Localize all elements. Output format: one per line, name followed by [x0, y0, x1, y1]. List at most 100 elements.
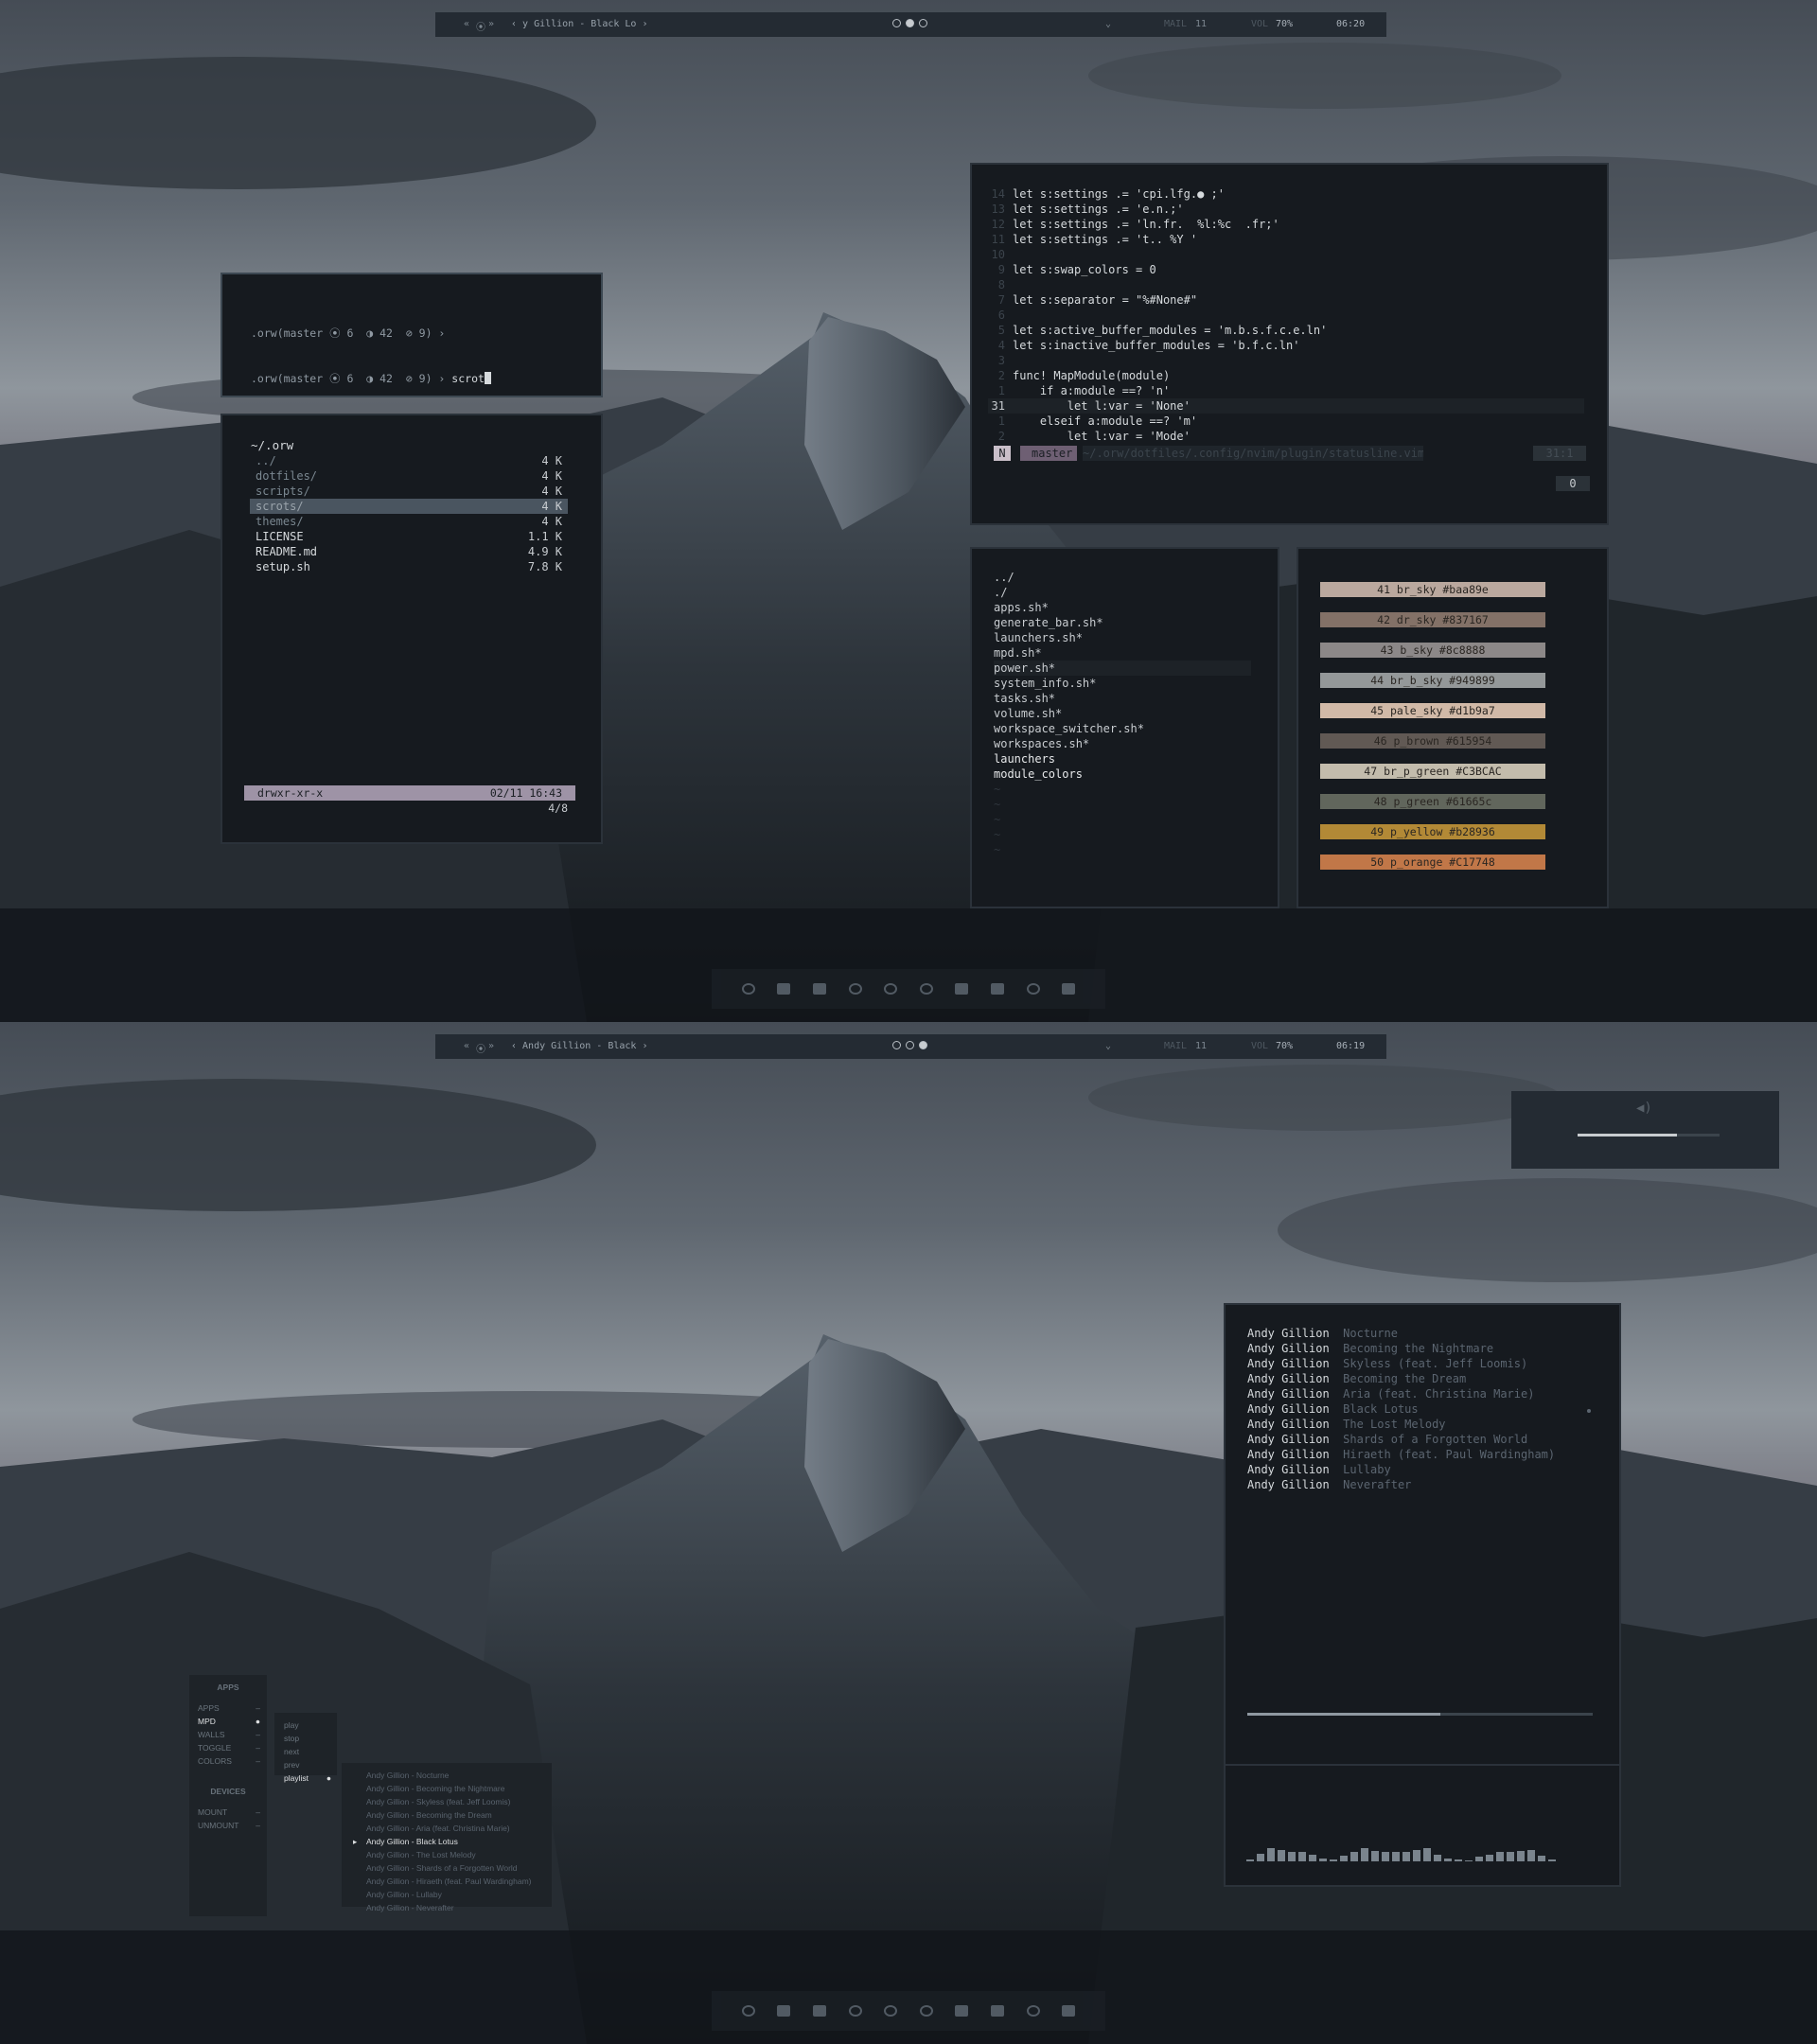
prev-button[interactable]: « — [464, 1041, 469, 1051]
play-button[interactable]: ⦿ — [476, 19, 485, 33]
globe-icon[interactable] — [741, 983, 755, 995]
playlist-row[interactable]: Andy Gillion The Lost Melody — [1247, 1417, 1555, 1432]
color-swatch[interactable]: 48 p_green #61665c — [1320, 794, 1545, 809]
code-line[interactable]: 1 elseif a:module ==? 'm' — [988, 414, 1584, 429]
script-item[interactable]: apps.sh* — [994, 600, 1251, 615]
folder-icon[interactable] — [812, 2005, 826, 2017]
color-swatch[interactable]: 42 dr_sky #837167 — [1320, 612, 1545, 627]
song-item[interactable]: Andy Gillion - Becoming the Dream — [353, 1808, 547, 1822]
script-item[interactable]: system_info.sh* — [994, 676, 1251, 691]
code-line[interactable]: 13 let s:settings .= 'e.n.;' — [988, 202, 1584, 217]
book-icon[interactable] — [955, 983, 969, 995]
chevron-down-icon[interactable]: ⌄ — [1105, 1041, 1111, 1051]
circle-icon[interactable] — [848, 2005, 862, 2017]
editor-buffer[interactable]: 14 let s:settings .= 'cpi.lfg.● ;' 13 let s… — [988, 186, 1584, 444]
song-item[interactable]: Andy Gillion - Hiraeth (feat. Paul Wardi… — [353, 1875, 547, 1888]
play-button[interactable]: ⦿ — [476, 1041, 485, 1055]
file-row[interactable]: dotfiles/4 K — [250, 468, 568, 484]
code-line[interactable]: 11 let s:settings .= 't.. %Y ' — [988, 232, 1584, 247]
next-button[interactable]: » — [488, 19, 494, 29]
script-item[interactable]: volume.sh* — [994, 706, 1251, 721]
menu-item[interactable]: COLORS – — [198, 1754, 260, 1768]
code-line[interactable]: 6 — [988, 308, 1584, 323]
song-item[interactable]: Andy Gillion - Neverafter — [353, 1901, 547, 1914]
code-line[interactable]: 7 let s:separator = "%#None#" — [988, 292, 1584, 308]
color-swatch[interactable]: 50 p_orange #C17748 — [1320, 855, 1545, 870]
playlist-row[interactable]: Andy Gillion Hiraeth (feat. Paul Warding… — [1247, 1447, 1555, 1462]
song-item[interactable]: Andy Gillion - The Lost Melody — [353, 1848, 547, 1861]
playlist-row[interactable]: Andy Gillion Skyless (feat. Jeff Loomis) — [1247, 1356, 1555, 1371]
script-item[interactable]: mpd.sh* — [994, 645, 1251, 661]
script-item[interactable]: launchers — [994, 751, 1251, 766]
file-row[interactable]: setup.sh 7.8 K — [250, 559, 568, 574]
menu-item[interactable]: APPS – — [198, 1701, 260, 1715]
song-item[interactable]: Andy Gillion - Becoming the Nightmare — [353, 1782, 547, 1795]
workspace-dot[interactable] — [906, 1041, 914, 1049]
script-item[interactable]: module_colors — [994, 766, 1251, 782]
playlist-row[interactable]: Andy Gillion Neverafter — [1247, 1477, 1555, 1492]
terminal-prompt[interactable]: .orw(master ⦿ 6 ◑ 42 ⊘ 9) › scrot — [251, 371, 491, 386]
track-progress[interactable] — [1247, 1713, 1593, 1716]
mail-count[interactable]: 11 — [1195, 19, 1207, 29]
script-item[interactable]: generate_bar.sh* — [994, 615, 1251, 630]
code-line[interactable]: 5 let s:active_buffer_modules = 'm.b.s.f.… — [988, 323, 1584, 338]
song-item[interactable]: ▸ Andy Gillion - Black Lotus — [353, 1835, 547, 1848]
sun-icon[interactable] — [1026, 2005, 1040, 2017]
code-line[interactable]: 14 let s:settings .= 'cpi.lfg.● ;' — [988, 186, 1584, 202]
menu-item[interactable]: MPD ● — [198, 1715, 260, 1728]
code-line[interactable]: 3 — [988, 353, 1584, 368]
location-icon[interactable] — [919, 983, 933, 995]
file-row[interactable]: README.md 4.9 K — [250, 544, 568, 559]
file-row[interactable]: ../ 4 K — [250, 453, 568, 468]
file-row[interactable]: scrots/4 K — [250, 499, 568, 514]
song-item[interactable]: Andy Gillion - Shards of a Forgotten Wor… — [353, 1861, 547, 1875]
color-swatch[interactable]: 44 br_b_sky #949899 — [1320, 673, 1545, 688]
code-line[interactable]: 12 let s:settings .= 'ln.fr. %l:%c .fr;' — [988, 217, 1584, 232]
editor-window[interactable]: 14 let s:settings .= 'cpi.lfg.● ;' 13 let s… — [970, 163, 1609, 655]
script-item[interactable]: ./ — [994, 585, 1251, 600]
scripts-window[interactable]: .././apps.sh* generate_bar.sh* launchers.s… — [970, 547, 1279, 908]
menu-item[interactable]: prev — [284, 1758, 331, 1771]
file-row[interactable]: themes/4 K — [250, 514, 568, 529]
song-item[interactable]: Andy Gillion - Lullaby — [353, 1888, 547, 1901]
code-line[interactable]: 1 if a:module ==? 'n' — [988, 383, 1584, 398]
prev-button[interactable]: « — [464, 19, 469, 29]
code-line[interactable]: 9 let s:swap_colors = 0 — [988, 262, 1584, 277]
colors-window[interactable]: 41 br_sky #baa89e 42 dr_sky #837167 43 b_s… — [1297, 547, 1609, 908]
playlist-row[interactable]: Andy Gillion Becoming the Nightmare — [1247, 1341, 1555, 1356]
folder-icon[interactable] — [812, 983, 826, 995]
playlist-row[interactable]: Andy Gillion Shards of a Forgotten World — [1247, 1432, 1555, 1447]
script-item[interactable]: workspace_switcher.sh* — [994, 721, 1251, 736]
gear-icon[interactable] — [884, 983, 898, 995]
menu-item[interactable]: TOGGLE – — [198, 1741, 260, 1754]
menu-item[interactable]: MOUNT – — [198, 1806, 260, 1819]
terminal-icon[interactable] — [777, 2005, 791, 2017]
workspace-dot[interactable] — [892, 19, 901, 27]
mail-count[interactable]: 11 — [1195, 1041, 1207, 1051]
menu-item[interactable]: play — [284, 1718, 331, 1732]
playlist-window[interactable]: Andy Gillion Nocturne Andy Gillion Becomi… — [1224, 1303, 1621, 1820]
volume-value[interactable]: 70% — [1276, 19, 1293, 29]
code-line[interactable]: 2 func! MapModule(module) — [988, 368, 1584, 383]
color-swatch[interactable]: 41 br_sky #baa89e — [1320, 582, 1545, 597]
song-item[interactable]: Andy Gillion - Nocturne — [353, 1769, 547, 1782]
chart-icon[interactable] — [990, 983, 1004, 995]
menu-item[interactable]: stop — [284, 1732, 331, 1745]
menu-item[interactable]: next — [284, 1745, 331, 1758]
song-item[interactable]: Andy Gillion - Skyless (feat. Jeff Loomi… — [353, 1795, 547, 1808]
script-item[interactable]: tasks.sh* — [994, 691, 1251, 706]
file-manager-window[interactable]: ~/.orw ../4 Kdotfiles/4 Kscripts/4 Kscro… — [221, 414, 603, 844]
playlist-row[interactable]: Andy Gillion Becoming the Dream — [1247, 1371, 1555, 1386]
workspace-dot[interactable] — [892, 1041, 901, 1049]
menu-item[interactable]: UNMOUNT – — [198, 1819, 260, 1832]
now-playing[interactable]: ‹ y Gillion - Black Lo › — [511, 19, 648, 29]
code-line[interactable]: 8 — [988, 277, 1584, 292]
file-row[interactable]: scripts/4 K — [250, 484, 568, 499]
lock-icon[interactable] — [1062, 2005, 1076, 2017]
color-swatch[interactable]: 49 p_yellow #b28936 — [1320, 824, 1545, 839]
workspace-dot-active[interactable] — [906, 19, 914, 27]
playlist-row[interactable]: Andy Gillion Aria (feat. Christina Marie… — [1247, 1386, 1555, 1401]
script-item[interactable]: power.sh* — [994, 661, 1251, 676]
sun-icon[interactable] — [1026, 983, 1040, 995]
lock-icon[interactable] — [1062, 983, 1076, 995]
